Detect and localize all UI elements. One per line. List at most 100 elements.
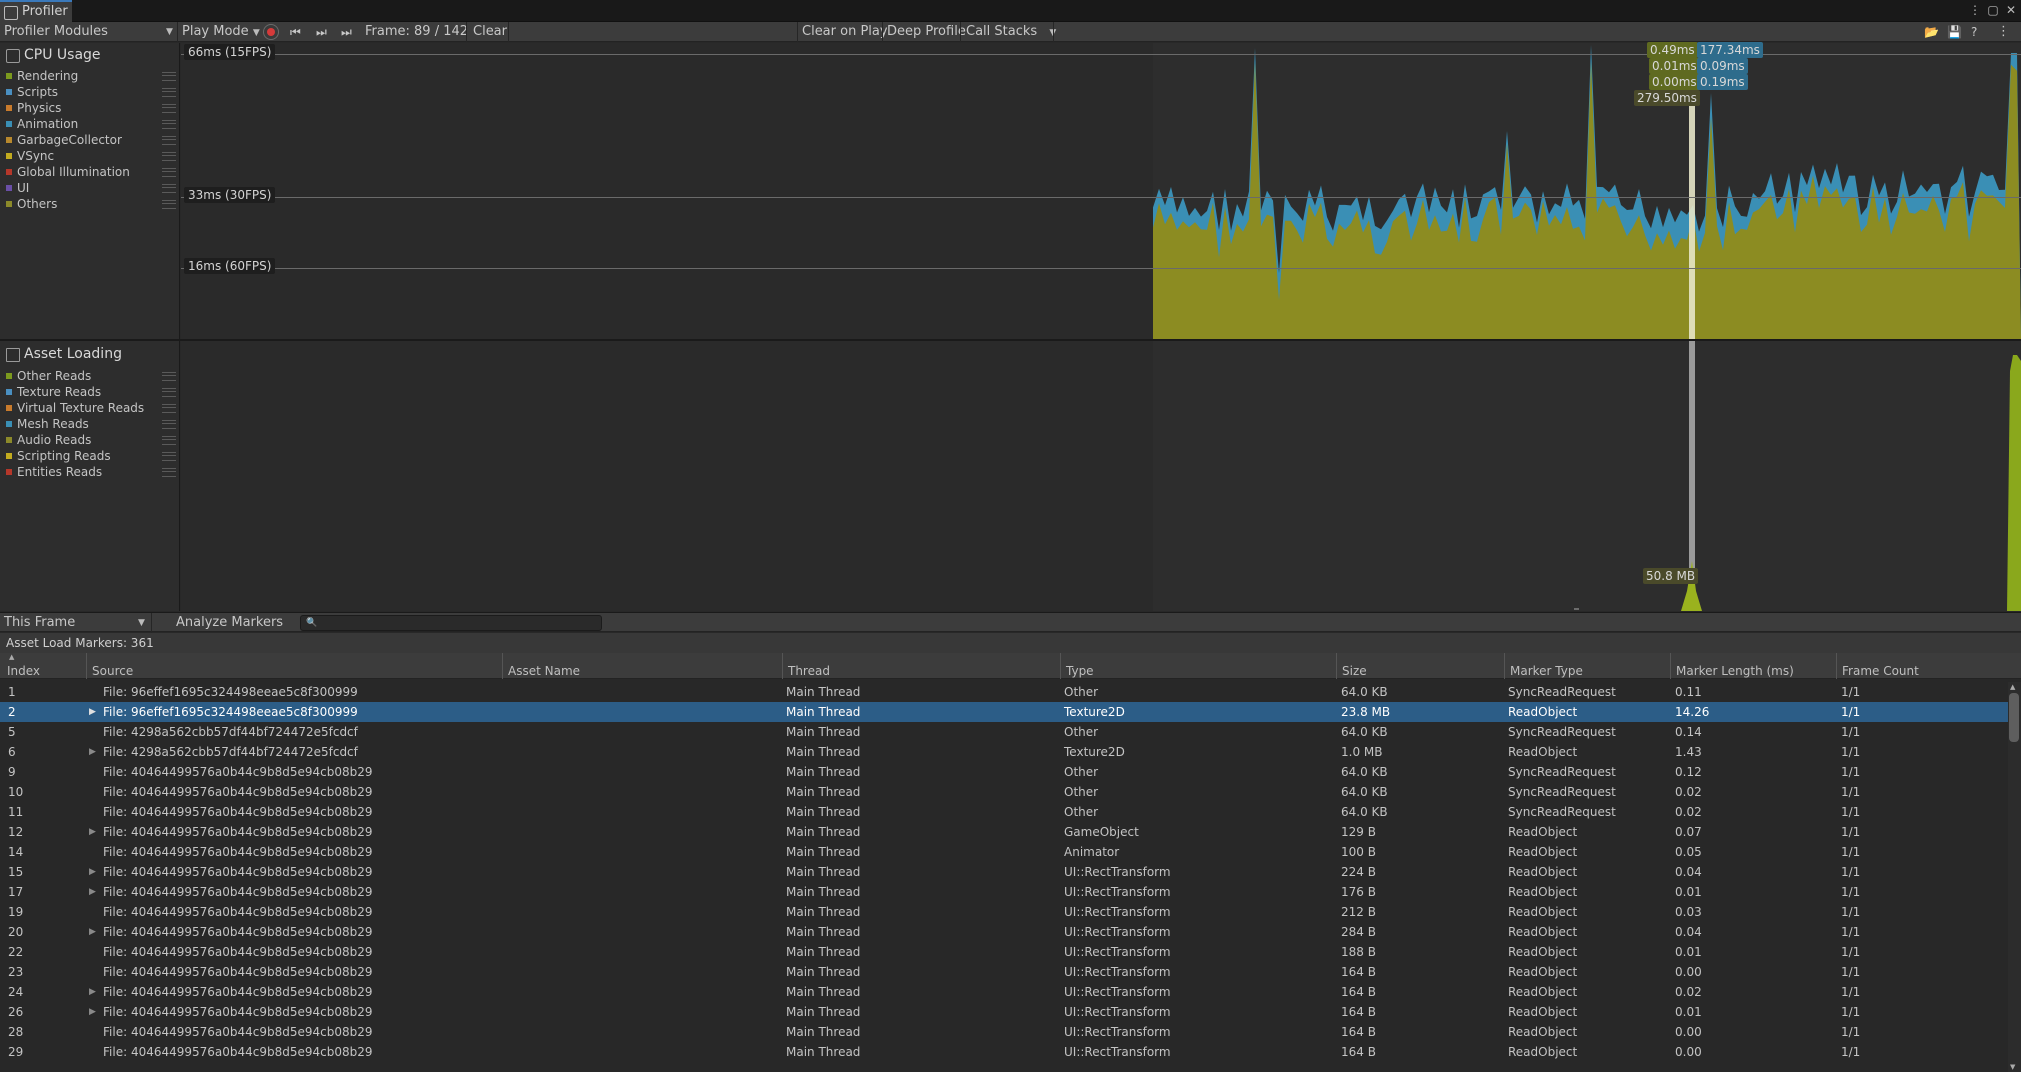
table-row[interactable]: ▶ 24 File: 40464499576a0b44c9b8d5e94cb08b2… xyxy=(0,982,2008,1002)
table-row[interactable]: 9 File: 40464499576a0b44c9b8d5e94cb08b29 M… xyxy=(0,762,2008,782)
legend-item-garbagecollector[interactable]: GarbageCollector xyxy=(6,132,176,148)
legend-item-scripting-reads[interactable]: Scripting Reads xyxy=(6,448,176,464)
profiler-modules-dropdown[interactable]: Profiler Modules ▼ xyxy=(4,22,176,42)
drag-handle-icon[interactable] xyxy=(162,404,176,413)
help-icon[interactable]: ? xyxy=(1971,22,1977,42)
column-header-index[interactable]: Index xyxy=(2,653,86,679)
cpu-usage-module-title[interactable]: CPU Usage xyxy=(6,45,101,65)
drag-handle-icon[interactable] xyxy=(162,468,176,477)
legend-item-entities-reads[interactable]: Entities Reads xyxy=(6,464,176,480)
legend-item-virtual-texture-reads[interactable]: Virtual Texture Reads xyxy=(6,400,176,416)
legend-item-audio-reads[interactable]: Audio Reads xyxy=(6,432,176,448)
table-row[interactable]: ▶ 15 File: 40464499576a0b44c9b8d5e94cb08b2… xyxy=(0,862,2008,882)
drag-handle-icon[interactable] xyxy=(162,452,176,461)
analyze-markers-button[interactable]: Analyze Markers xyxy=(176,613,283,633)
tab-profiler[interactable]: Profiler xyxy=(0,0,72,22)
drag-handle-icon[interactable] xyxy=(162,420,176,429)
expand-arrow-icon[interactable]: ▶ xyxy=(89,702,96,722)
kebab-menu-icon[interactable]: ⋮ xyxy=(1997,22,2010,42)
legend-item-global-illumination[interactable]: Global Illumination xyxy=(6,164,176,180)
deep-profile-toggle[interactable]: Deep Profile xyxy=(887,22,966,42)
drag-handle-icon[interactable] xyxy=(162,72,176,81)
view-dropdown[interactable]: This Frame ▼ xyxy=(4,613,148,633)
expand-arrow-icon[interactable]: ▶ xyxy=(89,862,96,882)
scroll-down-icon[interactable]: ▼ xyxy=(2010,1063,2015,1071)
table-row[interactable]: ▶ 6 File: 4298a562cbb57df44bf724472e5fcdcf… xyxy=(0,742,2008,762)
table-row[interactable]: ▶ 26 File: 40464499576a0b44c9b8d5e94cb08b2… xyxy=(0,1002,2008,1022)
drag-handle-icon[interactable] xyxy=(162,372,176,381)
drag-handle-icon[interactable] xyxy=(162,436,176,445)
record-button[interactable] xyxy=(263,24,279,40)
kebab-menu-icon[interactable]: ⋮ xyxy=(1968,3,1982,17)
table-row[interactable]: 28 File: 40464499576a0b44c9b8d5e94cb08b29… xyxy=(0,1022,2008,1042)
table-row[interactable]: ▶ 17 File: 40464499576a0b44c9b8d5e94cb08b2… xyxy=(0,882,2008,902)
cell-size: 284 B xyxy=(1341,925,1376,939)
expand-arrow-icon[interactable]: ▶ xyxy=(89,742,96,762)
asset-loading-module-title[interactable]: Asset Loading xyxy=(6,344,122,364)
legend-item-ui[interactable]: UI xyxy=(6,180,176,196)
column-header-type[interactable]: Type xyxy=(1060,653,1336,679)
drag-handle-icon[interactable] xyxy=(162,136,176,145)
legend-item-animation[interactable]: Animation xyxy=(6,116,176,132)
legend-item-scripts[interactable]: Scripts xyxy=(6,84,176,100)
drag-handle-icon[interactable] xyxy=(162,168,176,177)
table-row[interactable]: 22 File: 40464499576a0b44c9b8d5e94cb08b29… xyxy=(0,942,2008,962)
close-icon[interactable]: ✕ xyxy=(2004,3,2018,17)
cell-thread: Main Thread xyxy=(786,905,861,919)
legend-item-mesh-reads[interactable]: Mesh Reads xyxy=(6,416,176,432)
drag-handle-icon[interactable] xyxy=(162,388,176,397)
drag-handle-icon[interactable] xyxy=(162,200,176,209)
table-row[interactable]: 1 File: 96effef1695c324498eeae5c8f300999 M… xyxy=(0,682,2008,702)
scrollbar-thumb[interactable] xyxy=(2009,693,2019,742)
cell-marker-type: SyncReadRequest xyxy=(1508,725,1616,739)
last-frame-icon[interactable]: ⏭ xyxy=(341,22,352,42)
legend-item-rendering[interactable]: Rendering xyxy=(6,68,176,84)
table-row[interactable]: 11 File: 40464499576a0b44c9b8d5e94cb08b29… xyxy=(0,802,2008,822)
call-stacks-dropdown[interactable]: Call Stacks ▼ xyxy=(966,22,1056,42)
next-frame-icon[interactable]: ⏭ xyxy=(316,22,327,42)
first-frame-icon[interactable]: ⏮ xyxy=(290,22,301,42)
search-input[interactable]: 🔍 xyxy=(300,615,602,631)
cell-size: 64.0 KB xyxy=(1341,785,1388,799)
legend-item-others[interactable]: Others xyxy=(6,196,176,212)
clear-button[interactable]: Clear xyxy=(473,22,507,42)
maximize-icon[interactable]: ▢ xyxy=(1986,3,2000,17)
table-row[interactable]: 23 File: 40464499576a0b44c9b8d5e94cb08b29… xyxy=(0,962,2008,982)
column-header-marker-length[interactable]: Marker Length (ms) xyxy=(1670,653,1836,679)
expand-arrow-icon[interactable]: ▶ xyxy=(89,922,96,942)
column-header-frame-count[interactable]: Frame Count xyxy=(1836,653,2006,679)
clear-on-play-toggle[interactable]: Clear on Play xyxy=(802,22,888,42)
table-row[interactable]: ▶ 20 File: 40464499576a0b44c9b8d5e94cb08b2… xyxy=(0,922,2008,942)
table-row[interactable]: 14 File: 40464499576a0b44c9b8d5e94cb08b29… xyxy=(0,842,2008,862)
drag-handle-icon[interactable] xyxy=(162,88,176,97)
table-row[interactable]: 10 File: 40464499576a0b44c9b8d5e94cb08b29… xyxy=(0,782,2008,802)
expand-arrow-icon[interactable]: ▶ xyxy=(89,982,96,1002)
expand-arrow-icon[interactable]: ▶ xyxy=(89,882,96,902)
legend-item-texture-reads[interactable]: Texture Reads xyxy=(6,384,176,400)
legend-item-vsync[interactable]: VSync xyxy=(6,148,176,164)
column-header-marker-type[interactable]: Marker Type xyxy=(1504,653,1670,679)
drag-handle-icon[interactable] xyxy=(162,120,176,129)
drag-handle-icon[interactable] xyxy=(162,104,176,113)
drag-handle-icon[interactable] xyxy=(162,152,176,161)
table-row[interactable]: ▶ 2 File: 96effef1695c324498eeae5c8f300999… xyxy=(0,702,2008,722)
column-header-size[interactable]: Size xyxy=(1336,653,1504,679)
legend-item-other-reads[interactable]: Other Reads xyxy=(6,368,176,384)
save-icon[interactable]: 💾 xyxy=(1947,22,1962,42)
cell-index: 9 xyxy=(8,765,16,779)
legend-item-physics[interactable]: Physics xyxy=(6,100,176,116)
load-icon[interactable]: 📂 xyxy=(1924,22,1939,42)
table-row[interactable]: ▶ 12 File: 40464499576a0b44c9b8d5e94cb08b2… xyxy=(0,822,2008,842)
column-header-asset-name[interactable]: Asset Name xyxy=(502,653,782,679)
play-mode-dropdown[interactable]: Play Mode ▼ xyxy=(182,22,260,42)
table-row[interactable]: 5 File: 4298a562cbb57df44bf724472e5fcdcf M… xyxy=(0,722,2008,742)
column-header-source[interactable]: Source xyxy=(86,653,502,679)
asset-loading-chart[interactable] xyxy=(181,341,2021,611)
expand-arrow-icon[interactable]: ▶ xyxy=(89,822,96,842)
table-row[interactable]: 19 File: 40464499576a0b44c9b8d5e94cb08b29… xyxy=(0,902,2008,922)
scroll-up-icon[interactable]: ▲ xyxy=(2010,683,2015,691)
table-row[interactable]: 29 File: 40464499576a0b44c9b8d5e94cb08b29… xyxy=(0,1042,2008,1062)
column-header-thread[interactable]: Thread xyxy=(782,653,1060,679)
expand-arrow-icon[interactable]: ▶ xyxy=(89,1002,96,1022)
drag-handle-icon[interactable] xyxy=(162,184,176,193)
